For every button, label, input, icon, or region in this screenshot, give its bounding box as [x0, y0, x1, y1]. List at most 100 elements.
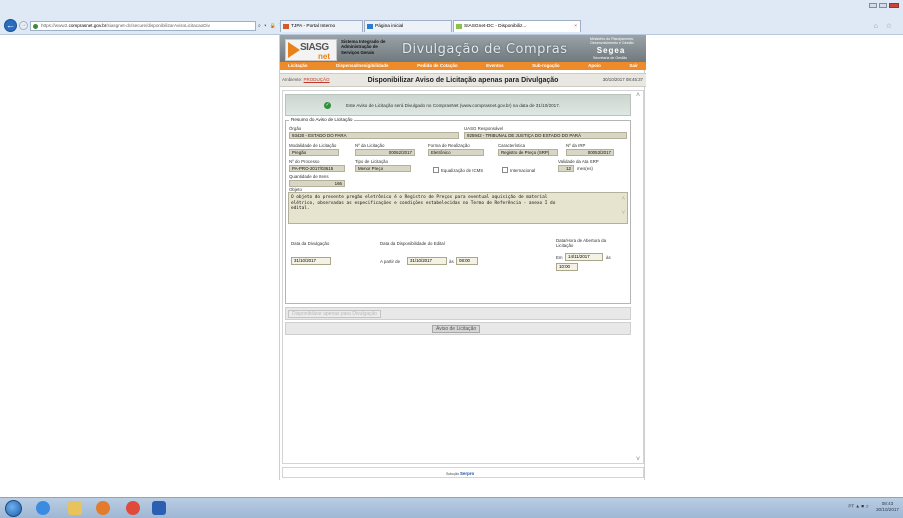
- icms-label: Equalização de ICMS: [441, 168, 484, 173]
- main-menu: Licitação Dispensa/Inexigibilidade Pedid…: [280, 62, 646, 70]
- forma-field: Eletrônico: [428, 149, 484, 156]
- close-window-button[interactable]: [889, 3, 899, 8]
- ministerio-text: Ministério do Planejamento, Desenvolvime…: [589, 37, 635, 45]
- url-path: /siasgnet-dc/secure/disponibilizarAvisoL…: [106, 23, 210, 28]
- tab-label: Página inicial: [375, 24, 404, 29]
- system-tray: PT ▲ ■ ♫ 08:43 30/10/2017: [848, 501, 899, 512]
- a-partir-label: A partir de: [380, 259, 401, 264]
- clock-date: 30/10/2017: [876, 506, 899, 512]
- site-icon: [33, 24, 38, 29]
- info-message: Este Aviso de Licitação será Divulgado n…: [346, 103, 561, 108]
- menu-eventos[interactable]: Eventos: [486, 62, 504, 70]
- page: SIASG net Sistema Integrado de Administr…: [279, 35, 646, 480]
- validade-label: Validade da Ata SRP: [558, 159, 599, 164]
- banner-title: Divulgação de Compras: [402, 42, 568, 57]
- internacional-checkbox[interactable]: [502, 167, 508, 173]
- caracteristica-field: Registro de Preço (SRP): [498, 149, 558, 156]
- page-header: Ambiente: PRODUÇÃO Disponibilizar Aviso …: [280, 73, 646, 87]
- tray-icons[interactable]: ▲ ■ ♫: [855, 504, 868, 509]
- word-icon[interactable]: [152, 501, 166, 515]
- tab-close-icon[interactable]: ×: [574, 21, 577, 32]
- menu-sair[interactable]: Sair: [629, 62, 638, 70]
- minimize-button[interactable]: [869, 3, 877, 8]
- logo-chevron-icon: [288, 42, 300, 58]
- forward-button[interactable]: →: [19, 21, 28, 30]
- scroll-down-icon[interactable]: ˅: [622, 210, 625, 216]
- scroll-down-icon[interactable]: ˅: [634, 456, 642, 463]
- logo-net-text: net: [318, 52, 330, 61]
- back-button[interactable]: ←: [4, 19, 17, 32]
- tab-siasgnet[interactable]: SIASGnet-DC - Disponibiliz... ×: [453, 20, 581, 32]
- quantidade-label: Quantidade de Itens: [289, 174, 329, 179]
- processo-field: PA-PRO-2017/03615: [289, 165, 345, 172]
- serpro-logo: Solução Serpro: [446, 471, 474, 476]
- footer-logo-prefix: Solução: [446, 472, 459, 476]
- uasg-field: 925942 - TRIBUNAL DE JUSTIÇA DO ESTADO D…: [464, 132, 627, 139]
- window-controls: [869, 3, 899, 8]
- chrome-icon[interactable]: [126, 501, 140, 515]
- clock[interactable]: 08:43 30/10/2017: [876, 501, 899, 512]
- url-prefix: https://www2.: [41, 23, 69, 28]
- abertura-time-field[interactable]: 10:00: [556, 263, 578, 271]
- internacional-label: Internacional: [510, 168, 536, 173]
- server-datetime: 30/10/2017 08:45:37: [602, 77, 643, 82]
- em-label: Em: [556, 255, 563, 260]
- aviso-licitacao-button[interactable]: Aviso de Licitação: [432, 325, 481, 333]
- disponibilidade-time-field[interactable]: 08:00: [456, 257, 478, 265]
- abertura-label-2: Licitação: [556, 243, 574, 248]
- explorer-icon[interactable]: [68, 501, 82, 515]
- ie-icon[interactable]: [36, 501, 50, 515]
- footer-logo-text: Serpro: [460, 471, 475, 476]
- irp-field: 00053/2017: [566, 149, 614, 156]
- scroll-up-icon[interactable]: ˄: [634, 92, 642, 99]
- tipo-field: Menor Preço: [355, 165, 411, 172]
- processo-label: Nº do Processo: [289, 159, 320, 164]
- siasg-banner: SIASG net Sistema Integrado de Administr…: [280, 35, 646, 62]
- forma-label: Forma de Realização: [428, 143, 470, 148]
- tipo-label: Tipo de Licitação: [355, 159, 389, 164]
- menu-sub-rogacao[interactable]: Sub-rogação: [532, 62, 560, 70]
- resumo-legend: Resumo do Aviso de Licitação: [289, 117, 355, 122]
- orgao-label: Órgão: [289, 126, 302, 131]
- secretaria-text: Secretaria de Gestão: [593, 56, 627, 60]
- scroll-up-icon[interactable]: ˄: [622, 196, 625, 202]
- irp-label: Nº da IRP: [566, 143, 586, 148]
- menu-licitacao[interactable]: Licitação: [288, 62, 308, 70]
- tab-favicon-icon: [367, 24, 373, 29]
- numero-field: 00062/2017: [355, 149, 415, 156]
- tab-tjpa[interactable]: TJPA - Portal Interno: [280, 20, 363, 32]
- objeto-line: edital.: [291, 206, 310, 212]
- menu-apoio[interactable]: Apoio: [588, 62, 601, 70]
- validade-field: 12: [558, 165, 574, 172]
- maximize-button[interactable]: [879, 3, 887, 8]
- abertura-date-field[interactable]: 14/11/2017: [565, 253, 603, 261]
- uasg-label: UASG Responsável: [464, 126, 504, 131]
- objeto-textarea[interactable]: O objeto do presente pregão eletrônico é…: [288, 192, 628, 224]
- start-button[interactable]: [5, 500, 22, 517]
- numero-label: Nº da Licitação: [355, 143, 385, 148]
- resumo-fieldset: Resumo do Aviso de Licitação Órgão 93420…: [285, 117, 631, 304]
- tab-pagina-inicial[interactable]: Página inicial: [364, 20, 452, 32]
- siasg-logo: SIASG net: [285, 39, 337, 61]
- page-footer: Solução Serpro: [282, 467, 644, 478]
- disponibilizar-bar: Disponibilizar apenas para Divulgação: [285, 307, 631, 320]
- disponibilidade-date-field[interactable]: 31/10/2017: [407, 257, 447, 265]
- check-icon: ✓: [324, 102, 331, 109]
- disponibilidade-label: Data da Disponibilidade do Edital: [380, 241, 445, 246]
- divulgacao-date-field[interactable]: 31/10/2017: [291, 257, 331, 265]
- divulgacao-label: Data da Divulgação: [291, 241, 330, 246]
- media-icon[interactable]: [96, 501, 110, 515]
- windows-taskbar: PT ▲ ■ ♫ 08:43 30/10/2017: [0, 497, 903, 518]
- menu-pedido-cotacao[interactable]: Pedido de Cotação: [417, 62, 458, 70]
- language-indicator[interactable]: PT: [848, 504, 854, 509]
- page-title: Disponibilizar Aviso de Licitação apenas…: [367, 77, 559, 84]
- disponibilizar-button[interactable]: Disponibilizar apenas para Divulgação: [288, 310, 382, 318]
- home-favorites-icons[interactable]: ⌂ ☆: [874, 22, 895, 30]
- tab-favicon-icon: [283, 24, 289, 29]
- tab-label: SIASGnet-DC - Disponibiliz...: [464, 24, 527, 29]
- icms-checkbox[interactable]: [433, 167, 439, 173]
- address-bar[interactable]: https://www2.comprasnet.gov.br/siasgnet-…: [30, 21, 256, 31]
- content-scrollbar[interactable]: ˄ ˅: [634, 92, 642, 463]
- url-host: comprasnet.gov.br: [68, 23, 107, 28]
- menu-dispensa[interactable]: Dispensa/Inexigibilidade: [336, 62, 389, 70]
